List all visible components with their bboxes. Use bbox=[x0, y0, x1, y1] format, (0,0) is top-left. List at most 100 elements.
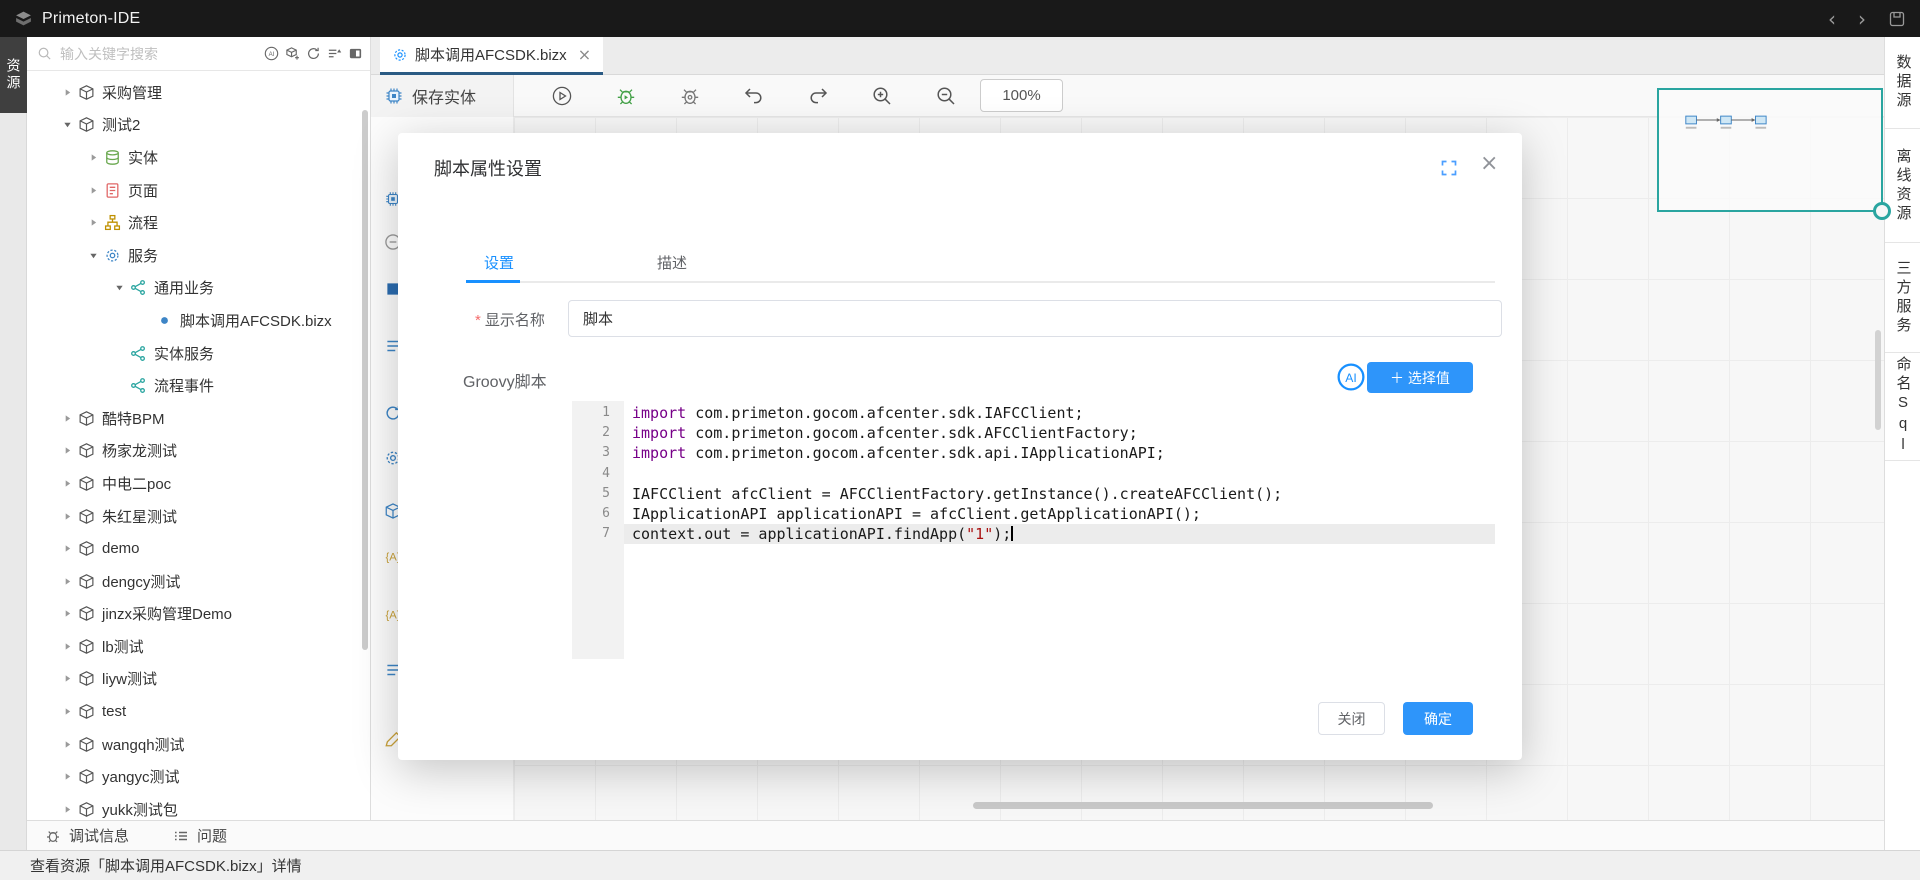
caret-right-icon[interactable] bbox=[63, 707, 78, 717]
caret-down-icon[interactable] bbox=[63, 120, 78, 130]
caret-spacer bbox=[141, 315, 156, 325]
zoom-level-box[interactable]: 100% bbox=[980, 79, 1063, 112]
tree-item[interactable]: liyw测试 bbox=[27, 663, 371, 696]
palette-header-label: 保存实体 bbox=[412, 84, 476, 108]
tree-item[interactable]: 采购管理 bbox=[27, 76, 371, 109]
tree-item[interactable]: yukk测试包 bbox=[27, 793, 371, 820]
sort-icon[interactable] bbox=[327, 46, 342, 61]
rail-tab-resources[interactable]: 资源 bbox=[0, 37, 27, 113]
caret-right-icon[interactable] bbox=[63, 544, 78, 554]
tree-item[interactable]: 实体 bbox=[27, 141, 371, 174]
code-line[interactable]: context.out = applicationAPI.findApp("1"… bbox=[624, 524, 1495, 544]
caret-right-icon[interactable] bbox=[63, 478, 78, 488]
debug-config-icon[interactable] bbox=[679, 85, 701, 107]
caret-right-icon[interactable] bbox=[63, 739, 78, 749]
bottom-tab-label: 问题 bbox=[197, 825, 227, 846]
window-save-icon[interactable] bbox=[1888, 10, 1906, 28]
caret-down-icon[interactable] bbox=[89, 250, 104, 260]
caret-right-icon[interactable] bbox=[89, 185, 104, 195]
caret-right-icon[interactable] bbox=[89, 152, 104, 162]
canvas-vertical-scrollbar[interactable] bbox=[1875, 330, 1881, 430]
tree-item[interactable]: demo bbox=[27, 532, 371, 565]
palette-header-save-entity[interactable]: 保存实体 bbox=[371, 75, 514, 117]
tab-script-afcsdk[interactable]: 脚本调用AFCSDK.bizx × bbox=[380, 37, 603, 75]
tree-item[interactable]: dengcy测试 bbox=[27, 565, 371, 598]
panel-toggle-icon[interactable] bbox=[348, 46, 363, 61]
undo-icon[interactable] bbox=[743, 85, 765, 107]
tree-item[interactable]: 中电二poc bbox=[27, 467, 371, 500]
sidebar-scrollbar[interactable] bbox=[362, 110, 368, 650]
refresh-icon[interactable] bbox=[306, 46, 321, 61]
ai-icon[interactable]: AI bbox=[264, 46, 279, 61]
run-icon[interactable] bbox=[551, 85, 573, 107]
zoom-in-icon[interactable] bbox=[871, 85, 893, 107]
select-value-button[interactable]: ＋ 选择值 bbox=[1367, 362, 1473, 393]
code-line[interactable]: IAFCClient afcClient = AFCClientFactory.… bbox=[624, 484, 1495, 504]
close-icon[interactable]: × bbox=[1480, 151, 1498, 176]
right-rail-tab[interactable]: 数据源 bbox=[1885, 37, 1920, 129]
tree-item[interactable]: jinzx采购管理Demo bbox=[27, 598, 371, 631]
tree-item[interactable]: 杨家龙测试 bbox=[27, 435, 371, 468]
tree-item[interactable]: 页面 bbox=[27, 174, 371, 207]
dialog-tab[interactable]: 描述 bbox=[639, 243, 705, 282]
caret-right-icon[interactable] bbox=[63, 576, 78, 586]
tree-item[interactable]: 流程 bbox=[27, 206, 371, 239]
ok-button[interactable]: 确定 bbox=[1403, 702, 1473, 735]
tree-item[interactable]: 测试2 bbox=[27, 109, 371, 142]
bottom-tab-problems[interactable]: 问题 bbox=[173, 825, 227, 846]
tree-item[interactable]: 酷特BPM bbox=[27, 402, 371, 435]
ai-assistant-icon[interactable]: AI bbox=[1336, 362, 1366, 392]
tree-item[interactable]: 实体服务 bbox=[27, 337, 371, 370]
tree-item[interactable]: 脚本调用AFCSDK.bizx bbox=[27, 304, 371, 337]
code-line[interactable]: import com.primeton.gocom.afcenter.sdk.a… bbox=[624, 443, 1495, 463]
caret-right-icon[interactable] bbox=[89, 218, 104, 228]
tab-close-icon[interactable]: × bbox=[578, 45, 591, 64]
caret-right-icon[interactable] bbox=[63, 413, 78, 423]
caret-right-icon[interactable] bbox=[63, 772, 78, 782]
line-number: 3 bbox=[572, 443, 624, 463]
nav-forward-icon[interactable]: › bbox=[1858, 9, 1866, 29]
code-line[interactable]: IApplicationAPI applicationAPI = afcClie… bbox=[624, 504, 1495, 524]
tree-item[interactable]: 服务 bbox=[27, 239, 371, 272]
code-line[interactable]: import com.primeton.gocom.afcenter.sdk.A… bbox=[624, 423, 1495, 443]
zoom-out-icon[interactable] bbox=[935, 85, 957, 107]
caret-right-icon[interactable] bbox=[63, 87, 78, 97]
caret-right-icon[interactable] bbox=[63, 804, 78, 814]
right-rail-tab[interactable]: 命名Sql bbox=[1885, 353, 1920, 461]
code-line[interactable]: import com.primeton.gocom.afcenter.sdk.I… bbox=[624, 403, 1495, 423]
caret-right-icon[interactable] bbox=[63, 446, 78, 456]
tree-item[interactable]: yangyc测试 bbox=[27, 760, 371, 793]
caret-right-icon[interactable] bbox=[63, 609, 78, 619]
fullscreen-icon[interactable] bbox=[1440, 159, 1458, 177]
caret-down-icon[interactable] bbox=[115, 283, 130, 293]
caret-right-icon[interactable] bbox=[63, 511, 78, 521]
redo-icon[interactable] bbox=[807, 85, 829, 107]
caret-right-icon[interactable] bbox=[63, 674, 78, 684]
canvas-minimap[interactable] bbox=[1657, 88, 1883, 212]
bottom-tab-debug[interactable]: 调试信息 bbox=[45, 825, 129, 846]
code-line[interactable] bbox=[624, 464, 1495, 484]
new-package-icon[interactable] bbox=[285, 46, 300, 61]
groovy-code-editor[interactable]: 1234567 import com.primeton.gocom.afcent… bbox=[572, 401, 1495, 659]
tree-item[interactable]: test bbox=[27, 695, 371, 728]
tree-item[interactable]: lb测试 bbox=[27, 630, 371, 663]
debug-run-icon[interactable] bbox=[615, 85, 637, 107]
right-rail-tab[interactable]: 三方服务 bbox=[1885, 243, 1920, 353]
tree-item[interactable]: 流程事件 bbox=[27, 369, 371, 402]
groovy-script-label: Groovy脚本 bbox=[463, 368, 547, 392]
caret-right-icon[interactable] bbox=[63, 641, 78, 651]
tree-item[interactable]: 通用业务 bbox=[27, 272, 371, 305]
tree-item[interactable]: 朱红星测试 bbox=[27, 500, 371, 533]
close-button[interactable]: 关闭 bbox=[1318, 702, 1385, 735]
canvas-horizontal-scrollbar[interactable] bbox=[973, 802, 1433, 809]
code-area[interactable]: import com.primeton.gocom.afcenter.sdk.I… bbox=[624, 401, 1495, 659]
right-rail-tab[interactable]: 离线资源 bbox=[1885, 129, 1920, 243]
tree-item-label: 服务 bbox=[128, 245, 158, 266]
minimap-resize-handle[interactable] bbox=[1873, 202, 1891, 220]
display-name-label: *显示名称 bbox=[475, 309, 545, 330]
dialog-tab[interactable]: 设置 bbox=[466, 243, 532, 282]
tree-item[interactable]: wangqh测试 bbox=[27, 728, 371, 761]
nav-back-icon[interactable]: ‹ bbox=[1828, 9, 1836, 29]
display-name-input[interactable]: 脚本 bbox=[568, 300, 1502, 337]
search-input[interactable]: 输入关键字搜索 bbox=[60, 44, 158, 64]
